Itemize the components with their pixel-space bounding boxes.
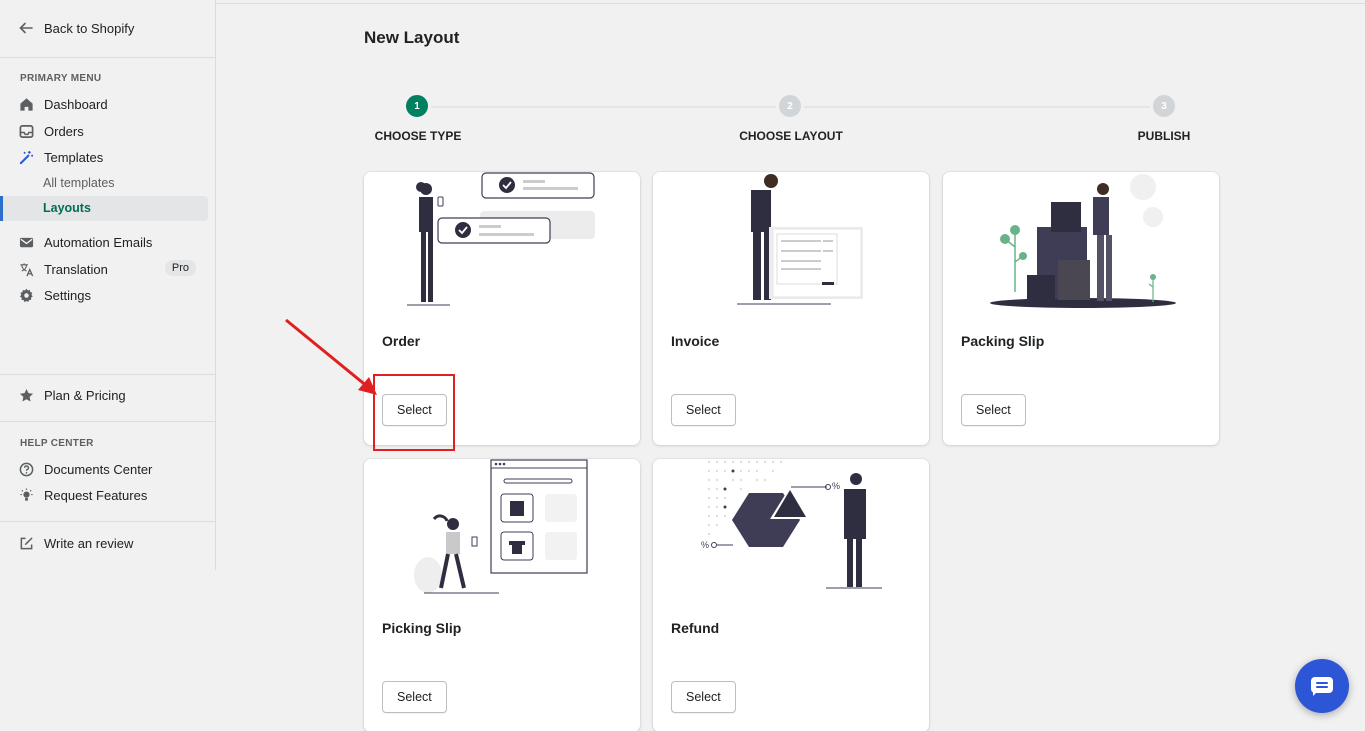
sidebar-subitem-all-templates[interactable]: All templates [43, 176, 115, 190]
select-packing-slip-button[interactable]: Select [961, 394, 1026, 426]
chat-bubble-icon [1311, 677, 1333, 696]
translate-icon [18, 261, 34, 277]
sidebar: Back to Shopify PRIMARY MENU Dashboard O… [0, 0, 216, 570]
sidebar-subitem-layouts[interactable]: Layouts [0, 196, 208, 221]
divider [0, 57, 215, 58]
sidebar-item-request-features[interactable]: Request Features [18, 484, 208, 506]
gear-icon [18, 287, 34, 303]
sidebar-item-templates[interactable]: Templates [18, 146, 208, 168]
envelope-icon [18, 234, 34, 250]
step-2-indicator: 2 [776, 92, 804, 120]
select-refund-button[interactable]: Select [671, 681, 736, 713]
divider [0, 374, 215, 375]
step-1-indicator: 1 [403, 92, 431, 120]
sidebar-item-label: Write an review [44, 535, 134, 551]
top-border [216, 3, 1365, 4]
select-picking-slip-button[interactable]: Select [382, 681, 447, 713]
card-title: Refund [671, 620, 720, 636]
sidebar-item-translation[interactable]: Translation Pro [18, 258, 208, 280]
card-title: Packing Slip [961, 333, 1045, 349]
pro-badge: Pro [164, 260, 196, 276]
step-3-label: PUBLISH [1137, 129, 1191, 143]
sidebar-item-label: Automation Emails [44, 234, 153, 250]
select-invoice-button[interactable]: Select [671, 394, 736, 426]
help-center-title: HELP CENTER [20, 438, 94, 449]
primary-menu-title: PRIMARY MENU [20, 73, 102, 84]
packing-slip-illustration [990, 174, 1176, 308]
sidebar-item-label: Request Features [44, 487, 148, 503]
divider [0, 421, 215, 422]
layout-card-refund: % % Refund Select [653, 459, 929, 731]
sidebar-item-label: Settings [44, 287, 91, 303]
sidebar-item-label: Orders [44, 123, 84, 139]
refund-illustration [707, 460, 882, 589]
sidebar-item-label: Documents Center [44, 461, 153, 477]
sidebar-item-label: Dashboard [44, 96, 108, 112]
invoice-illustration [737, 174, 863, 305]
lightbulb-icon [18, 487, 34, 503]
sidebar-item-write-review[interactable]: Write an review [18, 532, 208, 554]
compose-icon [18, 535, 34, 551]
home-icon [18, 96, 34, 112]
sidebar-item-orders[interactable]: Orders [18, 120, 208, 142]
sidebar-item-settings[interactable]: Settings [18, 284, 208, 306]
inbox-icon [18, 123, 34, 139]
annotation-arrow-icon [285, 318, 377, 395]
chat-button[interactable] [1295, 659, 1349, 713]
arrow-left-icon [19, 22, 33, 34]
step-1-label: CHOOSE TYPE [374, 129, 462, 143]
picking-slip-illustration [414, 459, 588, 594]
back-label: Back to Shopify [44, 20, 135, 36]
sidebar-item-label: Templates [44, 149, 104, 165]
card-title: Picking Slip [382, 620, 462, 636]
layout-card-picking-slip: Picking Slip Select [364, 459, 640, 731]
percent-label: % [701, 540, 710, 550]
layout-card-invoice: Invoice Select [653, 172, 929, 445]
step-3-indicator: 3 [1150, 92, 1178, 120]
star-icon [18, 387, 34, 403]
percent-label: % [832, 481, 841, 491]
order-illustration [407, 172, 595, 306]
sidebar-item-label: Translation [44, 261, 108, 277]
sidebar-item-label: Plan & Pricing [44, 387, 126, 403]
card-title: Invoice [671, 333, 720, 349]
question-circle-icon [18, 461, 34, 477]
sidebar-subitem-label: Layouts [43, 201, 91, 215]
divider [0, 521, 215, 522]
page-title: New Layout [364, 28, 460, 47]
step-2-label: CHOOSE LAYOUT [739, 129, 843, 143]
back-to-shopify-link[interactable]: Back to Shopify [18, 20, 134, 36]
sidebar-item-plan-pricing[interactable]: Plan & Pricing [18, 384, 208, 406]
magic-wand-icon [18, 149, 34, 165]
sidebar-item-dashboard[interactable]: Dashboard [18, 93, 208, 115]
sidebar-item-documents-center[interactable]: Documents Center [18, 458, 208, 480]
sidebar-item-automation-emails[interactable]: Automation Emails [18, 231, 208, 253]
layout-card-packing-slip: Packing Slip Select [943, 172, 1219, 445]
